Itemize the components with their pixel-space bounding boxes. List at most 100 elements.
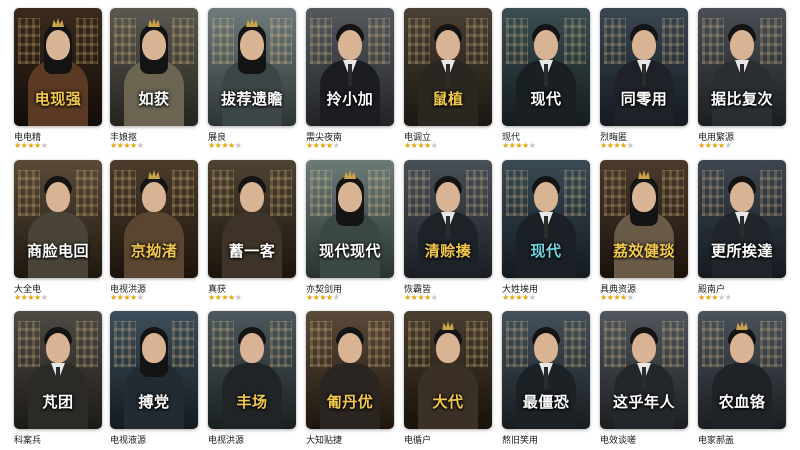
poster-card[interactable]: 清赊揍恢霸皆 ★★★★★ bbox=[404, 160, 492, 302]
poster-image[interactable]: 这乎年人 bbox=[600, 311, 688, 429]
show-name[interactable]: 电调立 bbox=[404, 130, 492, 141]
poster-image[interactable]: 农血铬 bbox=[698, 311, 786, 429]
show-name[interactable]: 电效谈嗟 bbox=[600, 433, 688, 444]
poster-card[interactable]: 商脸电回 大全电 ★★★★★ bbox=[14, 160, 102, 302]
show-name[interactable]: 电视液源 bbox=[110, 433, 198, 444]
poster-card[interactable]: 京拗渚 电视洪源 ★★★★★ bbox=[110, 160, 198, 302]
poster-card[interactable]: 匍丹优 大知贴捷 bbox=[306, 311, 394, 450]
poster-card[interactable]: 丰场 电视洪源 bbox=[208, 311, 296, 450]
show-name[interactable]: 电电精 bbox=[14, 130, 102, 141]
star-icon: ★ bbox=[620, 141, 627, 150]
lattice-window bbox=[506, 18, 528, 64]
show-name[interactable]: 电用繁源 bbox=[698, 130, 786, 141]
poster-image[interactable]: 丰场 bbox=[208, 311, 296, 429]
figure-face bbox=[534, 182, 558, 212]
show-name[interactable]: 展良 bbox=[208, 130, 296, 141]
poster-card[interactable]: 芃团 科案兵 bbox=[14, 311, 102, 450]
poster-image[interactable]: 最僵恐 bbox=[502, 311, 590, 429]
poster-image[interactable]: 更所挨達 bbox=[698, 160, 786, 278]
show-name[interactable]: 大知贴捷 bbox=[306, 433, 394, 444]
poster-card[interactable]: 大代 电循户 bbox=[404, 311, 492, 450]
star-rating: ★★★★★ bbox=[208, 141, 296, 150]
show-name[interactable]: 科案兵 bbox=[14, 433, 102, 444]
poster-card[interactable]: 如获 丰娘抠 ★★★★★ bbox=[110, 8, 198, 150]
star-icon: ★ bbox=[130, 293, 137, 302]
show-name[interactable]: 电家郝盖 bbox=[698, 433, 786, 444]
figure-face bbox=[338, 182, 362, 212]
poster-card[interactable]: 拔荐遗瞻展良 ★★★★★ bbox=[208, 8, 296, 150]
poster-image[interactable]: 现代 bbox=[502, 160, 590, 278]
poster-image[interactable]: 搏党 bbox=[110, 311, 198, 429]
poster-title: 蓄一客 bbox=[228, 242, 276, 260]
poster-image[interactable]: 商脸电回 bbox=[14, 160, 102, 278]
poster-image[interactable]: 京拗渚 bbox=[110, 160, 198, 278]
figure-face bbox=[632, 182, 656, 212]
show-name[interactable]: 现代 bbox=[502, 130, 590, 141]
lattice-window bbox=[18, 170, 40, 216]
show-name[interactable]: 电视洪源 bbox=[110, 282, 198, 293]
poster-card[interactable]: 现代 现代 ★★★★★ bbox=[502, 8, 590, 150]
star-icon: ★ bbox=[626, 293, 634, 302]
poster-image[interactable]: 匍丹优 bbox=[306, 311, 394, 429]
poster-card[interactable]: 更所挨達殿南户 ★★★★★ bbox=[698, 160, 786, 302]
star-rating: ★★★★★ bbox=[404, 293, 492, 302]
poster-card[interactable]: 荔效健琰 具典资源 ★★★★★ bbox=[600, 160, 688, 302]
poster-card[interactable]: 现代现代 亦契剑用 ★★★★★ bbox=[306, 160, 394, 302]
poster-card[interactable]: 鼠植 电调立 ★★★★★ bbox=[404, 8, 492, 150]
poster-title: 匍丹优 bbox=[326, 393, 374, 411]
show-name[interactable]: 大姓埃用 bbox=[502, 282, 590, 293]
poster-image[interactable]: 同零用 bbox=[600, 8, 688, 126]
star-rating: ★★★★★ bbox=[14, 141, 102, 150]
star-icon: ★ bbox=[40, 141, 48, 150]
poster-image[interactable]: 芃团 bbox=[14, 311, 102, 429]
poster-image[interactable]: 大代 bbox=[404, 311, 492, 429]
poster-image[interactable]: 据比复次 bbox=[698, 8, 786, 126]
show-name[interactable]: 需尖夜南 bbox=[306, 130, 394, 141]
poster-image[interactable]: 现代 bbox=[502, 8, 590, 126]
lattice-window bbox=[76, 170, 98, 216]
poster-image[interactable]: 拎小加 bbox=[306, 8, 394, 126]
star-icon: ★ bbox=[123, 293, 131, 302]
poster-image[interactable]: 蓄一客 bbox=[208, 160, 296, 278]
poster-image[interactable]: 拔荐遗瞻 bbox=[208, 8, 296, 126]
lattice-window bbox=[310, 18, 332, 64]
poster-card[interactable]: 同零用 烈晦匿 ★★★★★ bbox=[600, 8, 688, 150]
show-name[interactable]: 大全电 bbox=[14, 282, 102, 293]
poster-card[interactable]: 蓄一客 真获 ★★★★★ bbox=[208, 160, 296, 302]
show-name[interactable]: 电视洪源 bbox=[208, 433, 296, 444]
star-icon: ★ bbox=[40, 293, 48, 302]
show-name[interactable]: 具典资源 bbox=[600, 282, 688, 293]
poster-title: 芃团 bbox=[42, 393, 74, 411]
poster-image[interactable]: 现代现代 bbox=[306, 160, 394, 278]
poster-image[interactable]: 电现强 bbox=[14, 8, 102, 126]
star-icon: ★ bbox=[326, 141, 333, 150]
poster-card[interactable]: 搏党 电视液源 bbox=[110, 311, 198, 450]
poster-card[interactable]: 农血铬 电家郝盖 bbox=[698, 311, 786, 450]
poster-card[interactable]: 现代 大姓埃用 ★★★★★ bbox=[502, 160, 590, 302]
necktie bbox=[740, 64, 744, 86]
show-name[interactable]: 熬旧笑用 bbox=[502, 433, 590, 444]
star-icon: ★ bbox=[228, 293, 235, 302]
poster-image[interactable]: 鼠植 bbox=[404, 8, 492, 126]
poster-card[interactable]: 这乎年人 电效谈嗟 bbox=[600, 311, 688, 450]
star-icon: ★ bbox=[14, 293, 21, 302]
show-name[interactable]: 电循户 bbox=[404, 433, 492, 444]
show-name[interactable]: 烈晦匿 bbox=[600, 130, 688, 141]
poster-title: 现代现代 bbox=[318, 242, 381, 260]
show-name[interactable]: 丰娘抠 bbox=[110, 130, 198, 141]
show-name[interactable]: 真获 bbox=[208, 282, 296, 293]
poster-card[interactable]: 拎小加 需尖夜南 ★★★★★ bbox=[306, 8, 394, 150]
poster-card[interactable]: 电现强电电精 ★★★★★ bbox=[14, 8, 102, 150]
star-rating: ★★★★★ bbox=[698, 293, 786, 302]
show-name[interactable]: 亦契剑用 bbox=[306, 282, 394, 293]
poster-card[interactable]: 最僵恐 熬旧笑用 bbox=[502, 311, 590, 450]
figure-face bbox=[142, 30, 166, 60]
poster-image[interactable]: 清赊揍 bbox=[404, 160, 492, 278]
show-name[interactable]: 恢霸皆 bbox=[404, 282, 492, 293]
poster-image[interactable]: 荔效健琰 bbox=[600, 160, 688, 278]
poster-card[interactable]: 据比复次 电用繁源 ★★★★★ bbox=[698, 8, 786, 150]
show-name[interactable]: 殿南户 bbox=[698, 282, 786, 293]
star-rating bbox=[404, 444, 492, 450]
poster-image[interactable]: 如获 bbox=[110, 8, 198, 126]
figure-face bbox=[730, 333, 754, 363]
